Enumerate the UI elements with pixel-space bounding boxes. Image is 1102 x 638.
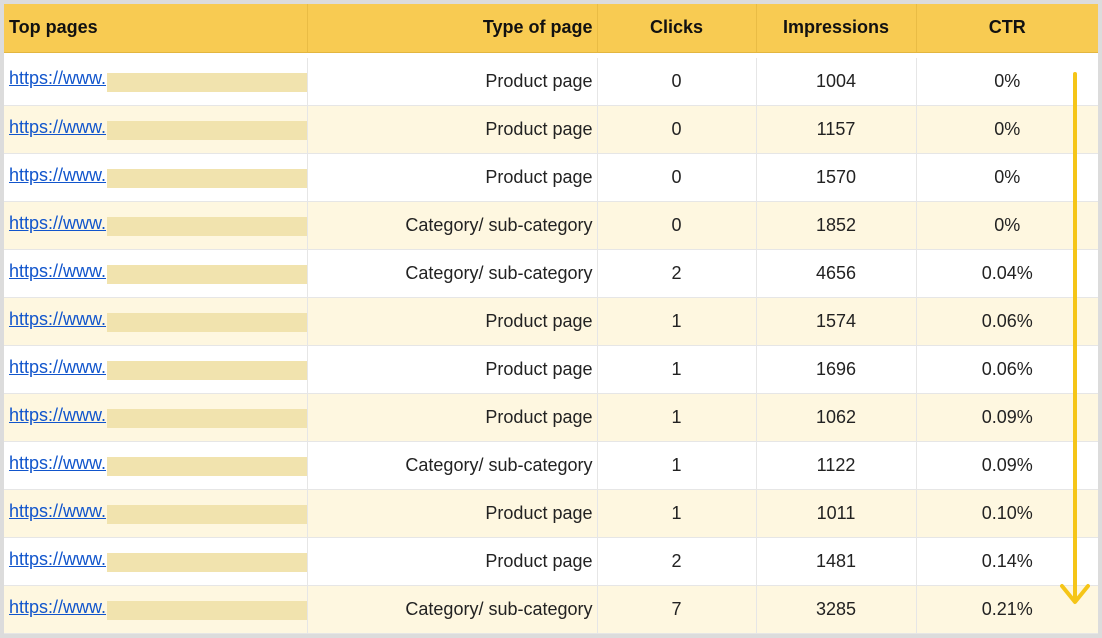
cell-clicks: 1 [597, 489, 757, 538]
table-row: https://www. Category/ sub-category 0 1852 0… [4, 201, 1098, 250]
header-ctr[interactable]: CTR [916, 4, 1098, 53]
url-redaction [107, 72, 306, 92]
top-pages-table: Top pages Type of page Clicks Impression… [4, 4, 1098, 634]
cell-type-of-page: Category/ sub-category [307, 441, 598, 490]
cell-ctr: 0% [916, 201, 1098, 250]
cell-type-of-page: Product page [307, 393, 598, 442]
cell-impressions: 3285 [756, 585, 917, 634]
cell-type-of-page: Product page [307, 489, 598, 538]
cell-ctr: 0.06% [916, 345, 1098, 394]
cell-type-of-page: Category/ sub-category [307, 585, 598, 634]
table-row: https://www. Product page 0 1570 0% [4, 153, 1098, 202]
url-redaction [107, 361, 306, 380]
table-header: Top pages Type of page Clicks Impression… [4, 4, 1098, 53]
url-redaction [107, 121, 306, 140]
cell-top-page-url: https://www. [4, 537, 308, 586]
table-row: https://www. Product page 2 1481 0.14% [4, 537, 1098, 586]
header-row: Top pages Type of page Clicks Impression… [4, 4, 1098, 53]
cell-top-page-url: https://www. [4, 393, 308, 442]
table-row: https://www. Product page 1 1574 0.06% [4, 297, 1098, 346]
url-redaction [107, 505, 306, 524]
cell-impressions: 4656 [756, 249, 917, 298]
header-top-pages[interactable]: Top pages [4, 4, 308, 53]
cell-type-of-page: Category/ sub-category [307, 249, 598, 298]
cell-impressions: 1122 [756, 441, 917, 490]
cell-ctr: 0.21% [916, 585, 1098, 634]
cell-impressions: 1574 [756, 297, 917, 346]
cell-clicks: 1 [597, 297, 757, 346]
cell-ctr: 0% [916, 153, 1098, 202]
table-row: https://www. Product page 1 1696 0.06% [4, 345, 1098, 394]
url-redaction [107, 601, 306, 620]
header-type-of-page[interactable]: Type of page [307, 4, 598, 53]
cell-ctr: 0.06% [916, 297, 1098, 346]
cell-clicks: 7 [597, 585, 757, 634]
url-redaction [107, 217, 306, 236]
cell-impressions: 1696 [756, 345, 917, 394]
cell-type-of-page: Product page [307, 105, 598, 154]
url-redaction [107, 457, 306, 476]
table-body: https://www. Product page 0 1004 0% https://w… [4, 52, 1098, 634]
cell-type-of-page: Product page [307, 345, 598, 394]
cell-top-page-url: https://www. [4, 441, 308, 490]
cell-type-of-page: Product page [307, 57, 598, 106]
table-row: https://www. Product page 0 1157 0% [4, 105, 1098, 154]
cell-type-of-page: Product page [307, 297, 598, 346]
cell-top-page-url: https://www. [4, 585, 308, 634]
table-row: https://www. Category/ sub-category 1 1122 0… [4, 441, 1098, 490]
cell-top-page-url: https://www. [4, 345, 308, 394]
cell-top-page-url: https://www. [4, 57, 308, 106]
cell-ctr: 0.09% [916, 393, 1098, 442]
cell-top-page-url: https://www. [4, 297, 308, 346]
table-row: https://www. Product page 1 1011 0.10% [4, 489, 1098, 538]
cell-clicks: 0 [597, 153, 757, 202]
cell-clicks: 2 [597, 249, 757, 298]
cell-impressions: 1004 [756, 57, 917, 106]
cell-ctr: 0% [916, 105, 1098, 154]
header-impressions[interactable]: Impressions [756, 4, 917, 53]
table-row: https://www. Category/ sub-category 7 3285 0… [4, 585, 1098, 634]
url-redaction [107, 409, 306, 428]
cell-top-page-url: https://www. [4, 249, 308, 298]
cell-ctr: 0% [916, 57, 1098, 106]
cell-impressions: 1570 [756, 153, 917, 202]
cell-ctr: 0.10% [916, 489, 1098, 538]
cell-impressions: 1157 [756, 105, 917, 154]
header-clicks[interactable]: Clicks [597, 4, 757, 53]
cell-ctr: 0.04% [916, 249, 1098, 298]
cell-top-page-url: https://www. [4, 489, 308, 538]
cell-clicks: 0 [597, 201, 757, 250]
url-redaction [107, 313, 306, 332]
cell-impressions: 1011 [756, 489, 917, 538]
cell-clicks: 1 [597, 345, 757, 394]
cell-impressions: 1852 [756, 201, 917, 250]
cell-type-of-page: Product page [307, 537, 598, 586]
cell-top-page-url: https://www. [4, 105, 308, 154]
cell-clicks: 1 [597, 393, 757, 442]
table-row: https://www. Product page 0 1004 0% [4, 57, 1098, 106]
cell-impressions: 1062 [756, 393, 917, 442]
cell-clicks: 0 [597, 105, 757, 154]
cell-type-of-page: Product page [307, 153, 598, 202]
table-row: https://www. Category/ sub-category 2 4656 0… [4, 249, 1098, 298]
report-frame: Top pages Type of page Clicks Impression… [4, 4, 1098, 634]
cell-ctr: 0.14% [916, 537, 1098, 586]
cell-top-page-url: https://www. [4, 153, 308, 202]
cell-top-page-url: https://www. [4, 201, 308, 250]
cell-impressions: 1481 [756, 537, 917, 586]
cell-clicks: 2 [597, 537, 757, 586]
cell-clicks: 1 [597, 441, 757, 490]
cell-ctr: 0.09% [916, 441, 1098, 490]
table-row: https://www. Product page 1 1062 0.09% [4, 393, 1098, 442]
url-redaction [107, 265, 306, 284]
url-redaction [107, 553, 306, 572]
url-redaction [107, 169, 306, 188]
cell-clicks: 0 [597, 57, 757, 106]
cell-type-of-page: Category/ sub-category [307, 201, 598, 250]
